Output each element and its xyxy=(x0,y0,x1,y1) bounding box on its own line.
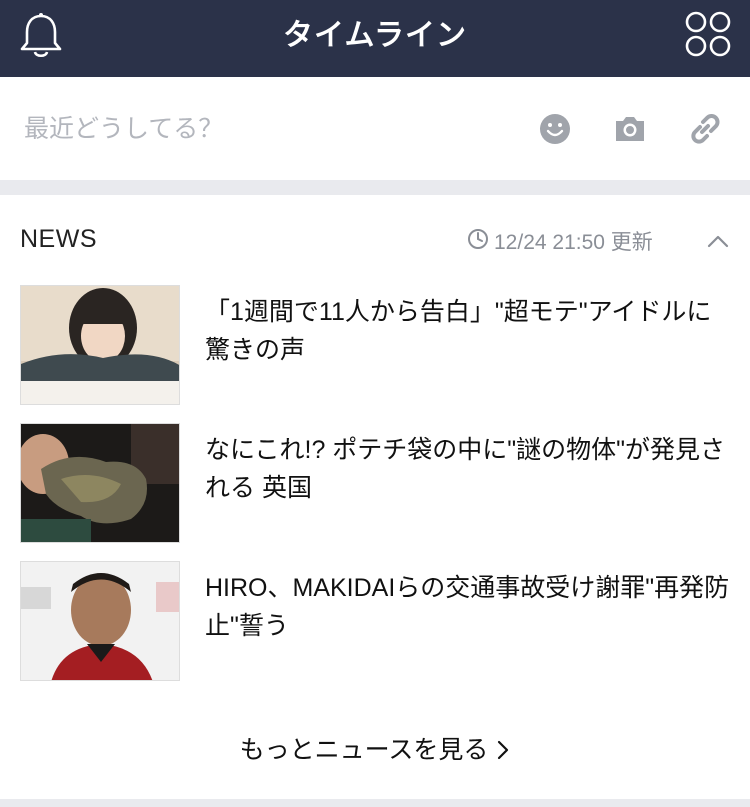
news-headline[interactable]: 「1週間で11人から告白」"超モテ"アイドルに驚きの声 xyxy=(205,293,730,369)
news-card: NEWS 12/24 21:50 更新 「1週間で11人から告白」"超モテ"アイ… xyxy=(0,195,750,799)
news-thumbnail xyxy=(20,561,180,681)
more-news-label[interactable]: もっとニュースを見る xyxy=(240,736,489,764)
news-item[interactable]: HIRO、MAKIDAIらの交通事故受け謝罪"再発防止"誓う xyxy=(0,561,750,683)
app-header: タイムライン xyxy=(0,0,750,77)
clock-icon xyxy=(468,229,488,249)
compose-bar[interactable]: 最近どうしてる？ xyxy=(0,77,750,180)
news-item[interactable]: なにこれ!? ポテチ袋の中に"謎の物体"が発見される 英国 xyxy=(0,423,750,545)
camera-icon[interactable] xyxy=(613,112,647,146)
news-thumbnail xyxy=(20,423,180,543)
page-title: タイムライン xyxy=(283,18,467,53)
news-item[interactable]: 「1週間で11人から告白」"超モテ"アイドルに驚きの声 xyxy=(0,285,750,407)
news-thumbnail xyxy=(20,285,180,405)
link-icon[interactable] xyxy=(688,112,722,146)
compose-placeholder[interactable]: 最近どうしてる？ xyxy=(24,77,223,180)
news-headline[interactable]: HIRO、MAKIDAIらの交通事故受け謝罪"再発防止"誓う xyxy=(205,569,730,645)
chevron-up-icon[interactable] xyxy=(706,233,730,249)
news-headline[interactable]: なにこれ!? ポテチ袋の中に"謎の物体"が発見される 英国 xyxy=(205,431,730,507)
more-news-link[interactable]: もっとニュースを見る xyxy=(0,730,750,766)
chevron-right-icon xyxy=(498,740,509,760)
services-grid-icon[interactable] xyxy=(684,10,732,58)
update-timestamp: 12/24 21:50 更新 xyxy=(494,231,653,254)
emoji-icon[interactable] xyxy=(538,112,572,146)
news-section-title: NEWS xyxy=(20,225,97,253)
